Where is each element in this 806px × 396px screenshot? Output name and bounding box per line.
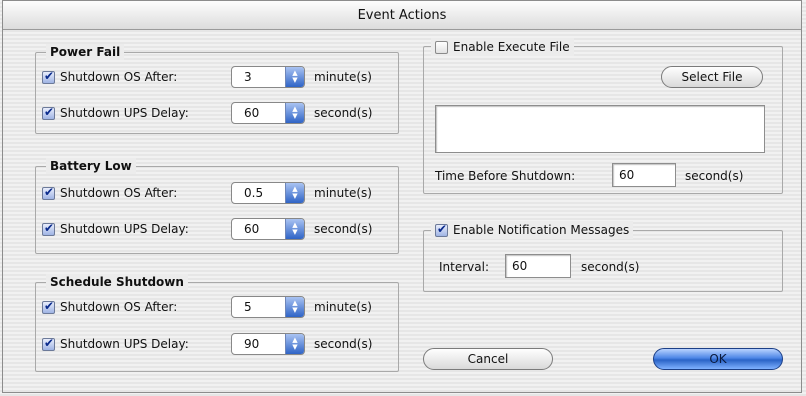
battery-low-os-label: Shutdown OS After:	[60, 186, 178, 200]
execute-file-header: Enable Execute File	[431, 38, 574, 56]
schedule-os-row: Shutdown OS After:	[42, 296, 177, 318]
enable-notification-checkbox[interactable]	[435, 223, 448, 237]
schedule-os-checkbox[interactable]	[42, 300, 55, 314]
schedule-ups-stepper[interactable]: 90 ▲ ▼	[231, 333, 305, 355]
schedule-shutdown-title: Schedule Shutdown	[46, 274, 188, 290]
battery-low-os-value: 0.5	[244, 186, 264, 200]
notification-header: Enable Notification Messages	[431, 221, 634, 239]
power-fail-title: Power Fail	[46, 44, 125, 60]
schedule-os-label: Shutdown OS After:	[60, 300, 178, 314]
schedule-ups-row: Shutdown UPS Delay:	[42, 333, 189, 355]
enable-execute-file-checkbox[interactable]	[435, 40, 448, 54]
power-fail-ups-label: Shutdown UPS Delay:	[60, 106, 189, 120]
battery-low-os-row: Shutdown OS After:	[42, 182, 177, 204]
interval-unit: second(s)	[581, 260, 640, 274]
power-fail-os-stepper[interactable]: 3 ▲ ▼	[231, 66, 305, 88]
interval-input[interactable]: 60	[505, 254, 571, 278]
battery-low-ups-stepper[interactable]: 60 ▲ ▼	[231, 218, 305, 240]
stepper-arrows-icon[interactable]: ▲ ▼	[285, 297, 304, 317]
time-before-shutdown-input[interactable]: 60	[612, 163, 676, 187]
schedule-ups-checkbox[interactable]	[42, 337, 55, 351]
schedule-ups-unit: second(s)	[314, 337, 373, 351]
schedule-ups-label: Shutdown UPS Delay:	[60, 337, 189, 351]
power-fail-ups-checkbox[interactable]	[42, 106, 55, 120]
power-fail-ups-row: Shutdown UPS Delay:	[42, 102, 189, 124]
event-actions-window: Event Actions Power Fail Shutdown OS Aft…	[2, 0, 802, 393]
power-fail-os-row: Shutdown OS After:	[42, 66, 177, 88]
battery-low-ups-checkbox[interactable]	[42, 222, 55, 236]
schedule-os-stepper[interactable]: 5 ▲ ▼	[231, 296, 305, 318]
battery-low-os-checkbox[interactable]	[42, 186, 55, 200]
power-fail-ups-unit: second(s)	[314, 106, 373, 120]
ok-button[interactable]: OK	[653, 348, 783, 370]
stepper-arrows-icon[interactable]: ▲ ▼	[285, 67, 304, 87]
schedule-shutdown-group: Schedule Shutdown Shutdown OS After: 5 ▲…	[35, 274, 399, 372]
window-title: Event Actions	[357, 7, 447, 23]
schedule-os-unit: minute(s)	[314, 300, 372, 314]
power-fail-ups-stepper[interactable]: 60 ▲ ▼	[231, 102, 305, 124]
stepper-arrows-icon[interactable]: ▲ ▼	[285, 219, 304, 239]
time-before-shutdown-unit: second(s)	[685, 169, 744, 183]
battery-low-os-stepper[interactable]: 0.5 ▲ ▼	[231, 182, 305, 204]
schedule-os-value: 5	[244, 300, 252, 314]
stepper-arrows-icon[interactable]: ▲ ▼	[285, 334, 304, 354]
enable-notification-label: Enable Notification Messages	[453, 223, 630, 237]
power-fail-os-checkbox[interactable]	[42, 70, 55, 84]
enable-execute-file-label: Enable Execute File	[453, 40, 570, 54]
stepper-arrows-icon[interactable]: ▲ ▼	[285, 183, 304, 203]
power-fail-ups-value: 60	[244, 106, 260, 120]
execute-file-path-field[interactable]	[435, 105, 765, 153]
select-file-button[interactable]: Select File	[661, 66, 763, 88]
battery-low-ups-unit: second(s)	[314, 222, 373, 236]
power-fail-group: Power Fail Shutdown OS After: 3 ▲▼ minut…	[35, 44, 399, 134]
power-fail-os-label: Shutdown OS After:	[60, 70, 178, 84]
battery-low-ups-label: Shutdown UPS Delay:	[60, 222, 189, 236]
title-bar: Event Actions	[3, 1, 801, 30]
battery-low-ups-row: Shutdown UPS Delay:	[42, 218, 189, 240]
interval-label: Interval:	[439, 260, 489, 274]
battery-low-group: Battery Low Shutdown OS After: 0.5 ▲▼ mi…	[35, 158, 399, 254]
time-before-shutdown-label: Time Before Shutdown:	[435, 169, 576, 183]
stepper-arrows-icon[interactable]: ▲ ▼	[285, 103, 304, 123]
schedule-ups-value: 90	[244, 337, 260, 351]
power-fail-os-unit: minute(s)	[314, 70, 372, 84]
battery-low-title: Battery Low	[46, 158, 136, 174]
battery-low-ups-value: 60	[244, 222, 260, 236]
cancel-button[interactable]: Cancel	[423, 348, 553, 370]
battery-low-os-unit: minute(s)	[314, 186, 372, 200]
power-fail-os-value: 3	[244, 70, 252, 84]
